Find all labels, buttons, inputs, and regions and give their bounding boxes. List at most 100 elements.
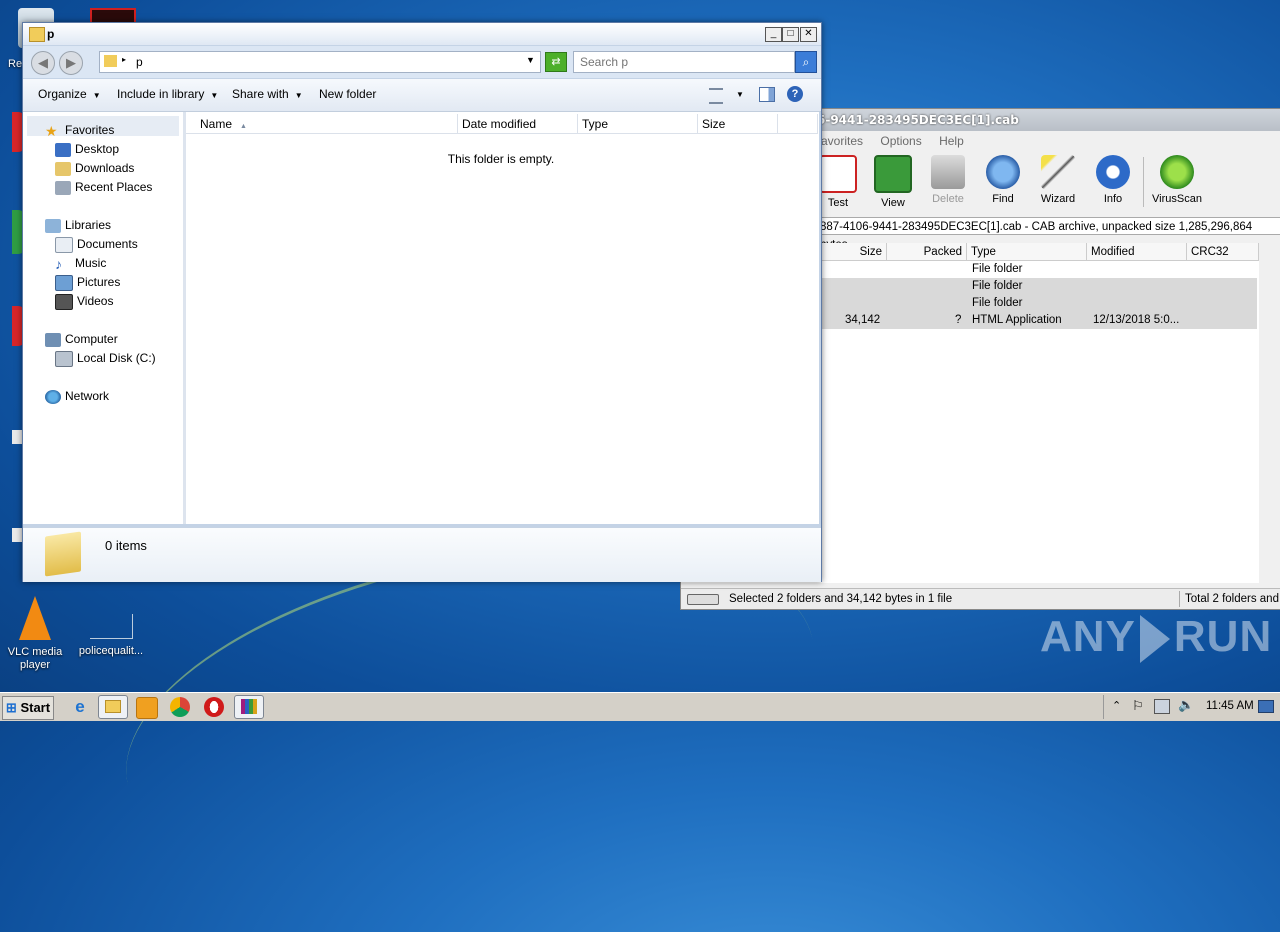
toolbar-separator — [1143, 157, 1144, 207]
magnifier-icon — [986, 155, 1020, 189]
blank-file-icon — [89, 614, 133, 639]
nav-pictures[interactable]: Pictures — [55, 273, 120, 292]
view-dropdown-icon[interactable]: ▼ — [736, 90, 744, 99]
close-button[interactable]: ✕ — [800, 27, 817, 42]
row-packed: ? — [955, 314, 962, 326]
column-packed[interactable]: Packed — [887, 243, 967, 261]
address-bar[interactable]: ▸ p ▼ — [99, 51, 541, 73]
help-icon[interactable]: ? — [787, 86, 803, 102]
info-button[interactable]: Info — [1088, 155, 1138, 205]
nav-downloads[interactable]: Downloads — [55, 159, 134, 178]
music-icon: ♪ — [55, 255, 62, 272]
disk-icon — [55, 350, 73, 367]
test-icon — [819, 155, 857, 193]
view-options-icon[interactable] — [709, 88, 723, 104]
start-button[interactable]: ⊞ Start — [2, 696, 54, 720]
table-row[interactable]: File folder — [821, 295, 1257, 312]
maximize-button[interactable]: □ — [782, 27, 799, 42]
include-in-library-menu[interactable]: Include in library ▼ — [117, 87, 218, 101]
nav-favorites[interactable]: ★ Favorites — [45, 121, 114, 140]
desktop-partial-label: Re — [8, 58, 23, 70]
clock[interactable]: 11:45 AM — [1206, 700, 1254, 712]
network-tray-icon[interactable] — [1154, 699, 1170, 714]
wizard-button[interactable]: Wizard — [1033, 155, 1083, 205]
column-name[interactable]: Name ▲ — [186, 114, 458, 134]
column-date-modified[interactable]: Date modified — [458, 114, 578, 134]
explorer-window[interactable]: p _ □ ✕ ◀ ▶ ▸ p ▼ ⇄ ⌕ Organize▼ Include … — [22, 22, 822, 582]
organize-menu[interactable]: Organize ▼ — [38, 87, 101, 101]
explorer-taskbar-icon[interactable] — [98, 695, 128, 719]
address-dropdown-icon[interactable]: ▼ — [526, 55, 535, 65]
media-player-icon[interactable] — [136, 697, 158, 719]
opera-icon[interactable] — [204, 697, 224, 717]
address-row: ◀ ▶ ▸ p ▼ ⇄ ⌕ — [23, 46, 821, 78]
nav-recent-places[interactable]: Recent Places — [55, 178, 152, 197]
row-type: HTML Application — [972, 314, 1062, 326]
menu-options[interactable]: Options — [880, 134, 921, 148]
nav-music[interactable]: ♪ Music — [55, 254, 106, 273]
explorer-titlebar[interactable]: p _ □ ✕ — [23, 23, 821, 45]
refresh-button[interactable]: ⇄ — [545, 52, 567, 72]
ie-icon[interactable]: e — [70, 697, 90, 717]
command-bar: Organize ▼ Include in library ▼ Share with… — [23, 79, 821, 112]
forward-button[interactable]: ▶ — [59, 51, 83, 75]
nav-videos[interactable]: Videos — [55, 292, 113, 311]
volume-icon[interactable]: 🔈 — [1178, 697, 1194, 713]
file-list[interactable]: Name ▲ Date modified Type Size This folde… — [186, 112, 819, 524]
virusscan-button[interactable]: VirusScan — [1151, 155, 1203, 205]
menu-help[interactable]: Help — [939, 134, 964, 148]
flag-icon[interactable]: ⚐ — [1132, 698, 1144, 714]
winrar-taskbar-icon[interactable] — [234, 695, 264, 719]
search-box[interactable] — [573, 51, 795, 73]
column-type[interactable]: Type — [967, 243, 1087, 261]
table-row[interactable]: File folder — [821, 261, 1257, 278]
breadcrumb-chevron-icon[interactable]: ▸ — [122, 55, 126, 64]
find-button[interactable]: Find — [978, 155, 1028, 205]
winrar-status-bar: Selected 2 folders and 34,142 bytes in 1… — [681, 588, 1280, 609]
chrome-icon[interactable] — [170, 697, 190, 717]
window-title: p — [47, 27, 55, 41]
table-row[interactable]: 34,142 ? HTML Application 12/13/2018 5:0… — [821, 312, 1257, 329]
nav-local-disk[interactable]: Local Disk (C:) — [55, 349, 156, 368]
folder-icon — [45, 531, 81, 577]
column-extra[interactable] — [778, 114, 818, 134]
preview-pane-icon[interactable] — [759, 87, 775, 102]
search-input[interactable] — [574, 52, 792, 72]
desktop-icon-policequality[interactable]: policequalit... — [76, 614, 146, 657]
nav-desktop[interactable]: Desktop — [55, 140, 119, 159]
column-size[interactable]: Size — [821, 243, 887, 261]
delete-button[interactable]: Delete — [923, 155, 973, 205]
desktop-icon-vlc[interactable]: VLC media player — [0, 596, 70, 672]
desktop-icon — [55, 142, 71, 157]
column-modified[interactable]: Modified — [1087, 243, 1187, 261]
empty-folder-message: This folder is empty. — [447, 152, 555, 166]
nav-documents[interactable]: Documents — [55, 235, 138, 254]
network-icon — [45, 389, 61, 404]
show-desktop-icon[interactable] — [1258, 700, 1274, 713]
share-with-menu[interactable]: Share with ▼ — [232, 87, 303, 101]
row-size: 34,142 — [845, 314, 881, 326]
minimize-button[interactable]: _ — [765, 27, 782, 42]
column-size[interactable]: Size — [698, 114, 778, 134]
navigation-pane[interactable]: ★ Favorites Desktop Downloads Recent Plac… — [23, 112, 186, 524]
column-crc32[interactable]: CRC32 — [1187, 243, 1259, 261]
drive-icon — [687, 594, 719, 605]
row-modified: 12/13/2018 5:0... — [1093, 314, 1180, 326]
back-button[interactable]: ◀ — [31, 51, 55, 75]
chevron-down-icon: ▼ — [294, 91, 303, 100]
downloads-icon — [55, 161, 71, 176]
nav-libraries[interactable]: Libraries — [45, 216, 111, 235]
new-folder-button[interactable]: New folder — [319, 87, 376, 101]
show-hidden-icons[interactable]: ⌃ — [1112, 699, 1121, 712]
breadcrumb[interactable]: p — [136, 55, 143, 69]
column-type[interactable]: Type — [578, 114, 698, 134]
table-row[interactable]: File folder — [821, 278, 1257, 295]
taskbar: ⊞ Start e ⌃ ⚐ 🔈 11:45 AM — [0, 692, 1280, 721]
book-icon — [874, 155, 912, 193]
computer-icon — [45, 332, 61, 347]
nav-network[interactable]: Network — [45, 387, 109, 406]
search-icon[interactable]: ⌕ — [795, 51, 817, 73]
menu-favorites[interactable]: avorites — [821, 134, 863, 148]
view-button[interactable]: View — [868, 155, 918, 209]
nav-computer[interactable]: Computer — [45, 330, 118, 349]
